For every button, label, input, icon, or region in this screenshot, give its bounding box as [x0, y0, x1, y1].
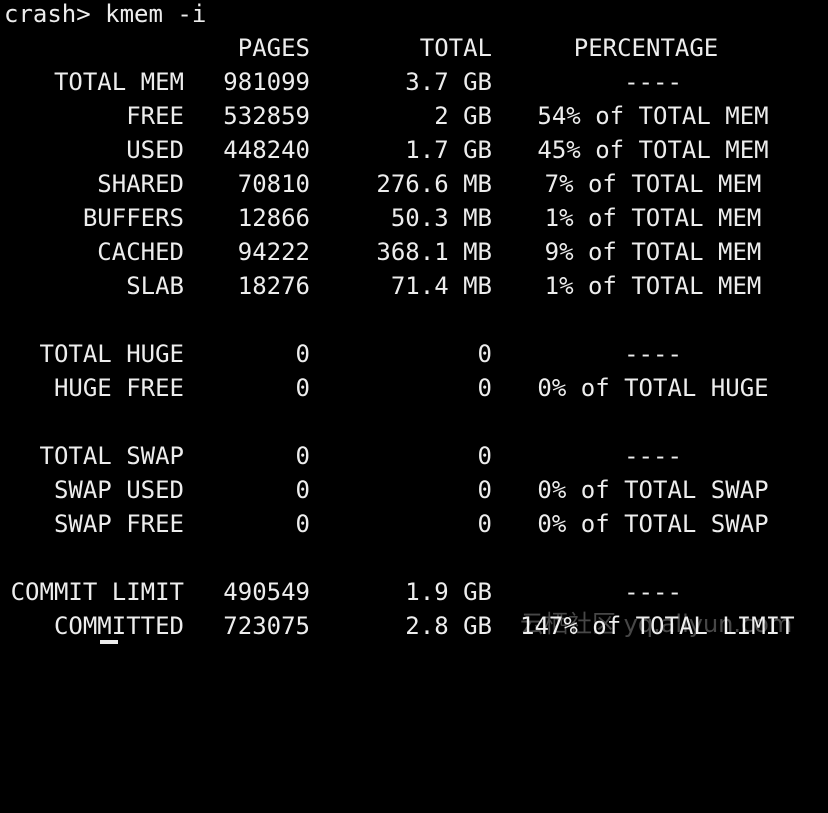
row-label: TOTAL SWAP [39, 442, 185, 470]
header-total: TOTAL [419, 34, 492, 62]
row-total: 0 [477, 442, 492, 470]
row-pages: 532859 [223, 102, 310, 130]
row-total: 0 [477, 510, 492, 538]
row-label: COMMIT LIMIT [10, 578, 184, 606]
row-percentage: 0% of TOTAL SWAP [537, 476, 769, 504]
table-row: HUGE FREE 0 0 0% of TOTAL HUGE [0, 371, 828, 405]
row-total: 1.9 GB [405, 578, 492, 606]
row-pages: 12866 [237, 204, 310, 232]
row-label: COMMITTED [53, 612, 184, 640]
row-label: SHARED [97, 170, 184, 198]
row-percentage: ---- [624, 442, 682, 470]
row-pages: 490549 [223, 578, 310, 606]
row-percentage: ---- [624, 68, 682, 96]
text-cursor [100, 640, 118, 644]
row-total: 1.7 GB [405, 136, 492, 164]
table-row: SLAB 18276 71.4 MB 1% of TOTAL MEM [0, 269, 828, 303]
command-prompt: crash> kmem -i [4, 0, 207, 28]
row-percentage: 1% of TOTAL MEM [544, 204, 762, 232]
table-row: CACHED 94222 368.1 MB 9% of TOTAL MEM [0, 235, 828, 269]
row-pages: 18276 [237, 272, 310, 300]
row-pages: 448240 [223, 136, 310, 164]
row-total: 0 [477, 476, 492, 504]
row-label: SLAB [126, 272, 184, 300]
header-row: PAGES TOTAL PERCENTAGE [0, 31, 828, 65]
row-percentage: 9% of TOTAL MEM [544, 238, 762, 266]
row-percentage: 1% of TOTAL MEM [544, 272, 762, 300]
table-row: SWAP FREE 0 0 0% of TOTAL SWAP [0, 507, 828, 541]
row-total: 368.1 MB [376, 238, 492, 266]
row-pages: 0 [295, 442, 310, 470]
row-total: 50.3 MB [390, 204, 492, 232]
row-total: 276.6 MB [376, 170, 492, 198]
row-total: 0 [477, 340, 492, 368]
prompt-line: crash> kmem -i [0, 0, 828, 31]
row-percentage: 0% of TOTAL HUGE [537, 374, 769, 402]
row-total: 2.8 GB [405, 612, 492, 640]
row-percentage: ---- [624, 340, 682, 368]
row-label: TOTAL MEM [53, 68, 184, 96]
row-pages: 70810 [237, 170, 310, 198]
table-row: TOTAL SWAP 0 0 ---- [0, 439, 828, 473]
table-row: FREE 532859 2 GB 54% of TOTAL MEM [0, 99, 828, 133]
row-percentage: 45% of TOTAL MEM [537, 136, 769, 164]
row-label: USED [126, 136, 184, 164]
row-total: 3.7 GB [405, 68, 492, 96]
table-row: SHARED 70810 276.6 MB 7% of TOTAL MEM [0, 167, 828, 201]
table-row: TOTAL HUGE 0 0 ---- [0, 337, 828, 371]
row-pages: 0 [295, 476, 310, 504]
row-pages: 94222 [237, 238, 310, 266]
header-pages: PAGES [237, 34, 310, 62]
table-row: SWAP USED 0 0 0% of TOTAL SWAP [0, 473, 828, 507]
row-total: 2 GB [434, 102, 492, 130]
row-label: FREE [126, 102, 184, 130]
table-row: BUFFERS 12866 50.3 MB 1% of TOTAL MEM [0, 201, 828, 235]
row-total: 71.4 MB [390, 272, 492, 300]
row-pages: 0 [295, 340, 310, 368]
row-label: BUFFERS [82, 204, 184, 232]
row-pages: 723075 [223, 612, 310, 640]
row-pages: 981099 [223, 68, 310, 96]
watermark-text: 云栖社区 yq.aliyun.com [520, 610, 793, 638]
row-percentage: 0% of TOTAL SWAP [537, 510, 769, 538]
row-label: CACHED [97, 238, 184, 266]
row-percentage: 54% of TOTAL MEM [537, 102, 769, 130]
row-pages: 0 [295, 510, 310, 538]
header-percentage: PERCENTAGE [573, 34, 719, 62]
row-percentage: 7% of TOTAL MEM [544, 170, 762, 198]
table-row: USED 448240 1.7 GB 45% of TOTAL MEM [0, 133, 828, 167]
row-total: 0 [477, 374, 492, 402]
row-label: HUGE FREE [53, 374, 184, 402]
row-pages: 0 [295, 374, 310, 402]
terminal-window[interactable]: crash> kmem -i PAGES TOTAL PERCENTAGE TO… [0, 0, 828, 644]
row-label: TOTAL HUGE [39, 340, 185, 368]
row-label: SWAP FREE [53, 510, 184, 538]
table-row: TOTAL MEM 981099 3.7 GB ---- [0, 65, 828, 99]
row-label: SWAP USED [53, 476, 184, 504]
